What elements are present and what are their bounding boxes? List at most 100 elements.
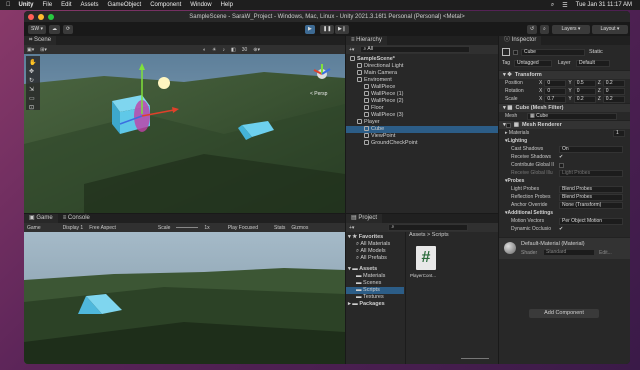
static-label[interactable]: Static xyxy=(589,49,603,55)
asset-folder[interactable]: ▬ Scenes xyxy=(346,280,404,287)
scene-scale-button[interactable]: 30 xyxy=(242,47,248,53)
add-object-button[interactable]: +▾ xyxy=(349,47,354,53)
gizmos-button[interactable]: Gizmos xyxy=(291,225,308,231)
transform-y-field[interactable]: 0.2 xyxy=(573,95,596,103)
tab-game[interactable]: ▣ Game xyxy=(24,214,58,223)
axis-x-label[interactable]: X xyxy=(539,80,542,86)
materials-row[interactable]: ▸ Materials 1 xyxy=(499,129,630,137)
meshrenderer-enabled-checkbox[interactable] xyxy=(505,122,511,128)
cast-shadows-dropdown[interactable]: On xyxy=(559,145,623,153)
tag-dropdown[interactable]: Untagged xyxy=(514,59,552,67)
grid-icon[interactable]: ⊞▾ xyxy=(40,47,47,53)
layout-dropdown[interactable]: Layout ▾ xyxy=(592,24,628,34)
project-add-button[interactable]: +▾ xyxy=(349,225,354,231)
gizmos-icon[interactable]: ⊕▾ xyxy=(253,47,260,53)
favorite-item[interactable]: ⌕ All Materials xyxy=(346,241,404,248)
axis-y-label[interactable]: Y xyxy=(568,88,571,94)
material-preview[interactable]: Default-Material (Material) Shader Stand… xyxy=(499,237,630,259)
apple-icon[interactable]:  xyxy=(6,2,11,8)
2d-toggle[interactable]: ◐ xyxy=(203,47,206,53)
receive-shadows-checkbox[interactable]: ✔ xyxy=(559,154,563,160)
hierarchy-search-input[interactable]: ⌕ All xyxy=(360,46,471,53)
project-search-input[interactable]: ⌕ xyxy=(388,224,469,231)
transform-x-field[interactable]: 0.7 xyxy=(544,95,567,103)
scale-tool-icon[interactable]: ⇲ xyxy=(29,86,34,93)
pause-button[interactable]: ❚❚ xyxy=(320,24,335,34)
menu-assets[interactable]: Assets xyxy=(81,2,99,8)
favorite-item[interactable]: ⌕ All Prefabs xyxy=(346,255,404,262)
hand-tool-icon[interactable]: ✋ xyxy=(29,58,36,66)
mesh-field[interactable]: ▦ Cube xyxy=(527,112,617,120)
packages-header[interactable]: ▸ ▬ Packages xyxy=(346,301,404,308)
transform-header[interactable]: ▾ ✥ Transform xyxy=(499,70,630,79)
transform-tool-icon[interactable]: ⊡ xyxy=(29,105,34,111)
lighting-section[interactable]: ▾ Lighting xyxy=(499,137,630,145)
transform-z-field[interactable]: 0.2 xyxy=(602,79,625,87)
play-mode-dropdown[interactable]: Play Focused xyxy=(228,225,258,231)
hierarchy-item[interactable]: GroundCheckPoint xyxy=(346,140,498,147)
hierarchy-item[interactable]: SampleScene* xyxy=(346,56,498,63)
persp-label[interactable]: < Persp xyxy=(310,91,328,97)
favorite-item[interactable]: ⌕ All Models xyxy=(346,248,404,255)
hierarchy-item[interactable]: Player xyxy=(346,119,498,126)
icon-size-slider[interactable] xyxy=(461,358,489,359)
tab-hierarchy[interactable]: ≡ Hierarchy xyxy=(346,36,387,45)
search-icon[interactable]: ⌕ xyxy=(551,2,554,9)
layers-dropdown[interactable]: Layers ▾ xyxy=(552,24,590,34)
hierarchy-item[interactable]: Enviroment xyxy=(346,77,498,84)
clock[interactable]: Tue Jan 31 11:17 AM xyxy=(576,2,632,8)
audio-icon[interactable]: ♪ xyxy=(222,47,225,53)
axis-y-label[interactable]: Y xyxy=(568,80,571,86)
axis-x-label[interactable]: X xyxy=(539,96,542,102)
transform-z-field[interactable]: 0.2 xyxy=(602,95,625,103)
menu-gameobject[interactable]: GameObject xyxy=(108,2,142,8)
motion-vectors-dropdown[interactable]: Per Object Motion xyxy=(559,217,623,225)
display-dropdown[interactable]: Display 1 xyxy=(63,225,84,231)
collab-icon[interactable]: ⟳ xyxy=(62,24,74,34)
rect-tool-icon[interactable]: ▭ xyxy=(29,96,35,102)
axis-y-label[interactable]: Y xyxy=(568,96,571,102)
asset-folder[interactable]: ▬ Materials xyxy=(346,273,404,280)
search-icon[interactable]: ⌕ xyxy=(540,24,549,34)
game-viewport[interactable] xyxy=(24,232,345,364)
menu-component[interactable]: Component xyxy=(150,2,181,8)
breadcrumb-assets[interactable]: Assets xyxy=(409,232,426,238)
script-file-label[interactable]: PlayerCont... xyxy=(410,273,436,278)
meshfilter-header[interactable]: ▾ ▦ Cube (Mesh Filter) xyxy=(499,103,630,112)
account-button[interactable]: SW ▾ xyxy=(28,24,46,34)
history-icon[interactable]: ↺ xyxy=(527,24,538,34)
control-center-icon[interactable]: ☰ xyxy=(562,2,567,9)
hierarchy-item[interactable]: ViewPoint xyxy=(346,133,498,140)
rotate-tool-icon[interactable]: ↻ xyxy=(29,77,34,84)
object-name-field[interactable]: Cube xyxy=(521,48,585,56)
transform-y-field[interactable]: 0.5 xyxy=(573,79,596,87)
layer-dropdown[interactable]: Default xyxy=(576,59,610,67)
menu-edit[interactable]: Edit xyxy=(61,2,71,8)
light-gizmo-icon[interactable] xyxy=(158,77,170,89)
aspect-dropdown[interactable]: Free Aspect xyxy=(89,225,116,231)
tab-scene[interactable]: ⌗ Scene xyxy=(24,36,57,45)
probes-section[interactable]: ▾ Probes xyxy=(499,177,630,185)
contribute-gi-checkbox[interactable] xyxy=(559,162,564,168)
axis-z-label[interactable]: Z xyxy=(598,88,601,94)
stats-button[interactable]: Stats xyxy=(274,225,285,231)
hierarchy-item[interactable]: WallPiece (3) xyxy=(346,112,498,119)
assets-header[interactable]: ▾ ▬ Assets xyxy=(346,266,404,273)
hierarchy-item[interactable]: WallPiece (1) xyxy=(346,91,498,98)
scale-slider[interactable] xyxy=(176,227,199,228)
favorites-header[interactable]: ▾ ★ Favorites xyxy=(346,234,404,241)
draw-mode-icon[interactable]: ▣▾ xyxy=(27,47,34,53)
camera-icon[interactable]: ◧ xyxy=(231,47,236,53)
hierarchy-item[interactable]: Cube xyxy=(346,126,498,133)
play-button[interactable]: ▶ xyxy=(305,24,315,34)
csharp-script-icon[interactable]: # xyxy=(416,246,436,270)
transform-x-field[interactable]: 0 xyxy=(544,79,567,87)
axis-x-label[interactable]: X xyxy=(539,88,542,94)
additional-settings-section[interactable]: ▾ Additional Settings xyxy=(499,209,630,217)
cloud-icon[interactable]: ☁ xyxy=(48,24,60,34)
meshrenderer-header[interactable]: ▾ ▦ Mesh Renderer xyxy=(499,120,630,129)
menu-help[interactable]: Help xyxy=(221,2,233,8)
axis-z-label[interactable]: Z xyxy=(598,96,601,102)
asset-folder[interactable]: ▬ Textures xyxy=(346,294,404,301)
reflection-probes-dropdown[interactable]: Blend Probes xyxy=(559,193,623,201)
